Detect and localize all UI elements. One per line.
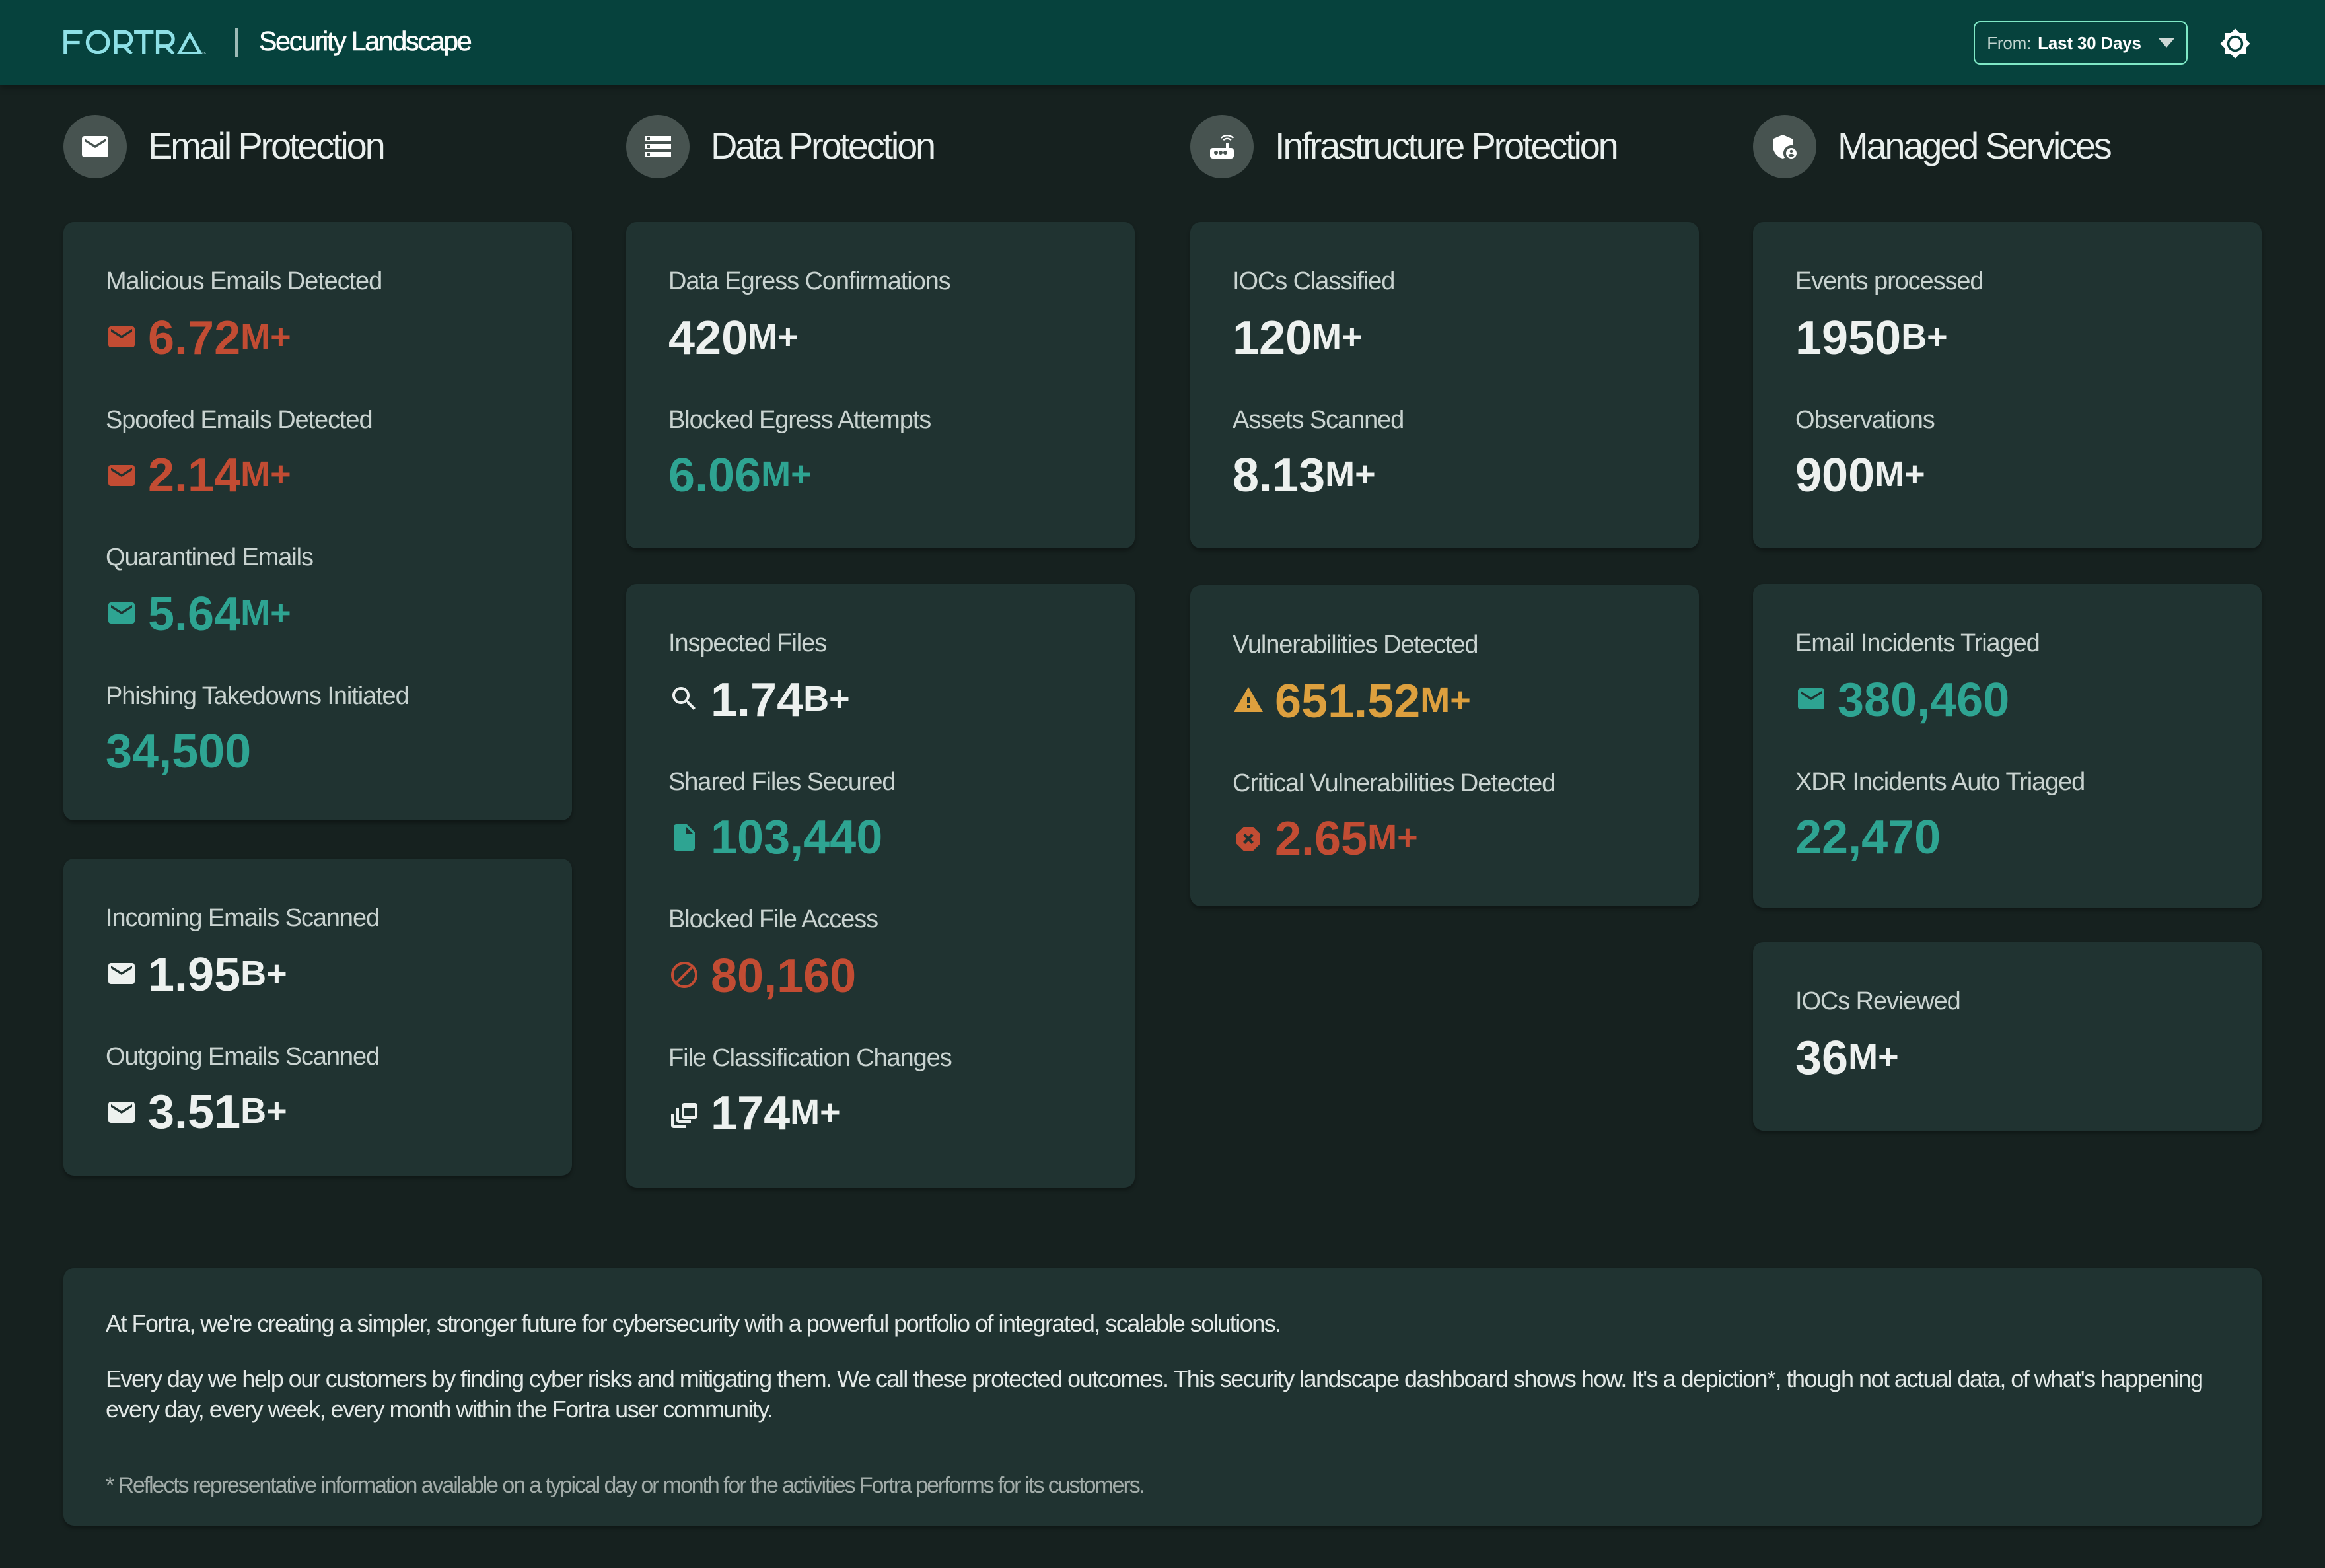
svg-text:TM: TM bbox=[201, 51, 206, 54]
